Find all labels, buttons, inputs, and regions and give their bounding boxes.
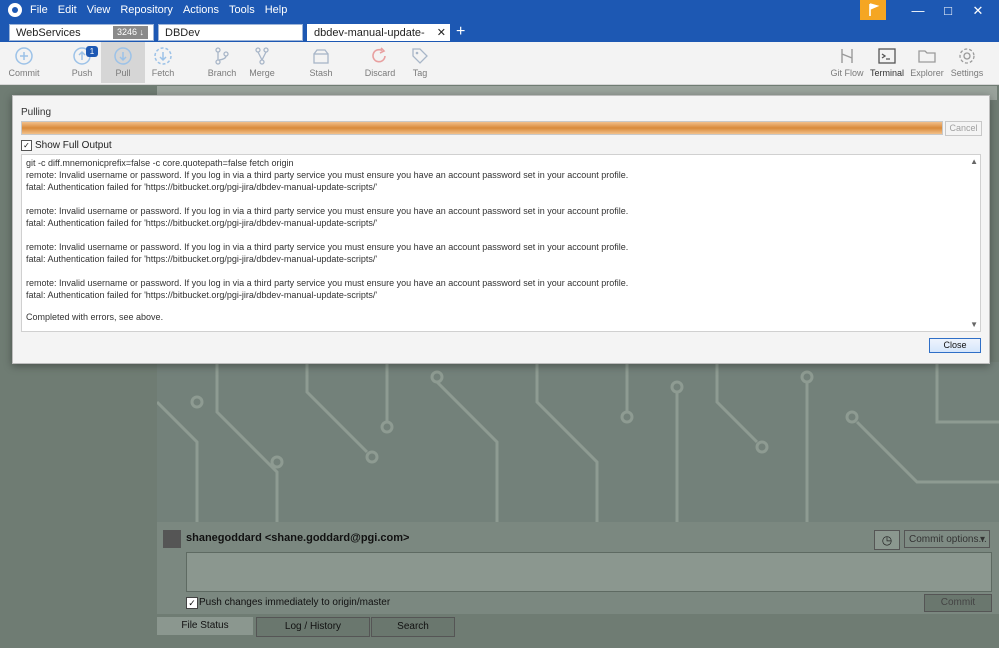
maximize-button[interactable]: □ [933, 2, 963, 20]
output-line: Completed with errors, see above. [26, 312, 164, 322]
output-line: remote: Invalid username or password. If… [26, 278, 629, 288]
scroll-up-icon[interactable]: ▲ [970, 157, 978, 166]
circuit-background-pattern [157, 362, 999, 522]
menu-actions[interactable]: Actions [183, 4, 219, 16]
commit-button[interactable]: Commit [2, 46, 46, 78]
fetch-button[interactable]: Fetch [141, 46, 185, 78]
output-line: fatal: Authentication failed for 'https:… [26, 254, 378, 264]
push-immediately-checkbox[interactable]: ✓ [186, 597, 198, 609]
output-line: git -c diff.mnemonicprefix=false -c core… [26, 158, 294, 168]
flag-icon [869, 3, 880, 16]
close-tab-icon[interactable]: ✕ [437, 25, 446, 42]
merge-icon [255, 47, 269, 65]
settings-button[interactable]: Settings [945, 46, 989, 78]
behind-count-badge: 3246 ↓ [113, 26, 149, 39]
push-immediately-label: Push changes immediately to origin/maste… [199, 597, 391, 608]
terminal-icon [878, 48, 896, 64]
show-full-output-checkbox[interactable]: ✓ [21, 140, 32, 151]
show-full-output-label: Show Full Output [35, 140, 112, 151]
app-logo-icon [8, 3, 22, 17]
stash-label: Stash [309, 68, 333, 78]
history-clock-button[interactable]: ◷ [874, 530, 900, 550]
notification-flag-button[interactable] [860, 0, 886, 20]
menu-repository[interactable]: Repository [120, 4, 173, 16]
fetch-label: Fetch [151, 68, 175, 78]
push-button[interactable]: Push 1 [60, 46, 104, 78]
discard-icon [372, 47, 386, 63]
menu-tools[interactable]: Tools [229, 4, 255, 16]
menu-view[interactable]: View [87, 4, 111, 16]
clock-icon: ◷ [881, 533, 893, 547]
progress-bar [21, 121, 943, 135]
stash-button[interactable]: Stash [299, 46, 343, 78]
scroll-down-icon[interactable]: ▼ [970, 320, 978, 329]
tab-dbdev[interactable]: DBDev [158, 24, 303, 41]
git-flow-label: Git Flow [830, 68, 864, 78]
commit-submit-button[interactable]: Commit [924, 594, 992, 612]
tab-log-history[interactable]: Log / History [256, 617, 370, 637]
settings-label: Settings [950, 68, 984, 78]
tag-label: Tag [412, 68, 428, 78]
pull-button[interactable]: Pull [101, 42, 145, 83]
avatar [163, 530, 181, 548]
cancel-button[interactable]: Cancel [945, 121, 982, 136]
title-bar: File Edit View Repository Actions Tools … [0, 0, 999, 22]
pull-icon [114, 47, 132, 65]
output-line: remote: Invalid username or password. If… [26, 206, 629, 216]
repo-tab-bar: WebServices 3246 ↓ DBDev dbdev-manual-up… [0, 22, 999, 56]
merge-button[interactable]: Merge [240, 46, 284, 78]
tab-webservices[interactable]: WebServices 3246 ↓ [9, 24, 154, 41]
terminal-label: Terminal [869, 68, 904, 78]
gear-icon [959, 48, 975, 64]
pull-label: Pull [115, 68, 131, 78]
git-flow-button[interactable]: Git Flow [825, 46, 869, 78]
discard-label: Discard [364, 68, 396, 78]
menu-bar: File Edit View Repository Actions Tools … [30, 4, 287, 16]
tab-dbdev-manual-update-scripts[interactable]: dbdev-manual-update-scri... ✕ [307, 24, 450, 56]
pull-progress-dialog: Pulling Cancel ✓ Show Full Output git -c… [12, 95, 990, 364]
tag-icon [412, 48, 428, 64]
close-window-button[interactable]: ✕ [963, 2, 993, 20]
output-log[interactable]: git -c diff.mnemonicprefix=false -c core… [21, 154, 981, 332]
explorer-label: Explorer [910, 68, 944, 78]
stash-icon [313, 49, 329, 64]
output-line: fatal: Authentication failed for 'https:… [26, 182, 378, 192]
new-tab-button[interactable]: + [456, 22, 465, 42]
commit-message-input[interactable] [186, 552, 992, 592]
menu-help[interactable]: Help [265, 4, 288, 16]
tab-file-status[interactable]: File Status [157, 617, 253, 635]
commit-label: Commit [8, 68, 40, 78]
close-button[interactable]: Close [929, 338, 981, 353]
branch-icon [215, 47, 229, 65]
push-label: Push [71, 68, 93, 78]
branch-button[interactable]: Branch [200, 46, 244, 78]
minimize-button[interactable]: — [903, 2, 933, 20]
folder-icon [918, 50, 936, 63]
tag-button[interactable]: Tag [398, 46, 442, 78]
branch-label: Branch [207, 68, 237, 78]
tab-search[interactable]: Search [371, 617, 455, 637]
explorer-button[interactable]: Explorer [905, 46, 949, 78]
dialog-title: Pulling [21, 107, 52, 118]
tab-label: WebServices [16, 27, 81, 39]
fetch-icon [154, 47, 172, 65]
toolbar: Commit Push 1 Pull Fetch Branch Merge St… [0, 42, 999, 85]
merge-label: Merge [249, 68, 275, 78]
commit-options-dropdown[interactable]: Commit options... ▾ [904, 530, 990, 548]
commit-icon [15, 47, 33, 65]
output-line: fatal: Authentication failed for 'https:… [26, 218, 378, 228]
menu-file[interactable]: File [30, 4, 48, 16]
commit-author: shanegoddard <shane.goddard@pgi.com> [186, 532, 410, 544]
output-line: remote: Invalid username or password. If… [26, 170, 629, 180]
commit-options-label: Commit options... [909, 534, 987, 545]
chevron-down-icon: ▾ [979, 534, 985, 545]
output-line: remote: Invalid username or password. If… [26, 242, 629, 252]
output-line: fatal: Authentication failed for 'https:… [26, 290, 378, 300]
menu-edit[interactable]: Edit [58, 4, 77, 16]
discard-button[interactable]: Discard [358, 46, 402, 78]
git-flow-icon [841, 49, 853, 63]
terminal-button[interactable]: Terminal [865, 46, 909, 78]
push-count-badge: 1 [86, 46, 98, 57]
tab-label: DBDev [165, 27, 200, 39]
